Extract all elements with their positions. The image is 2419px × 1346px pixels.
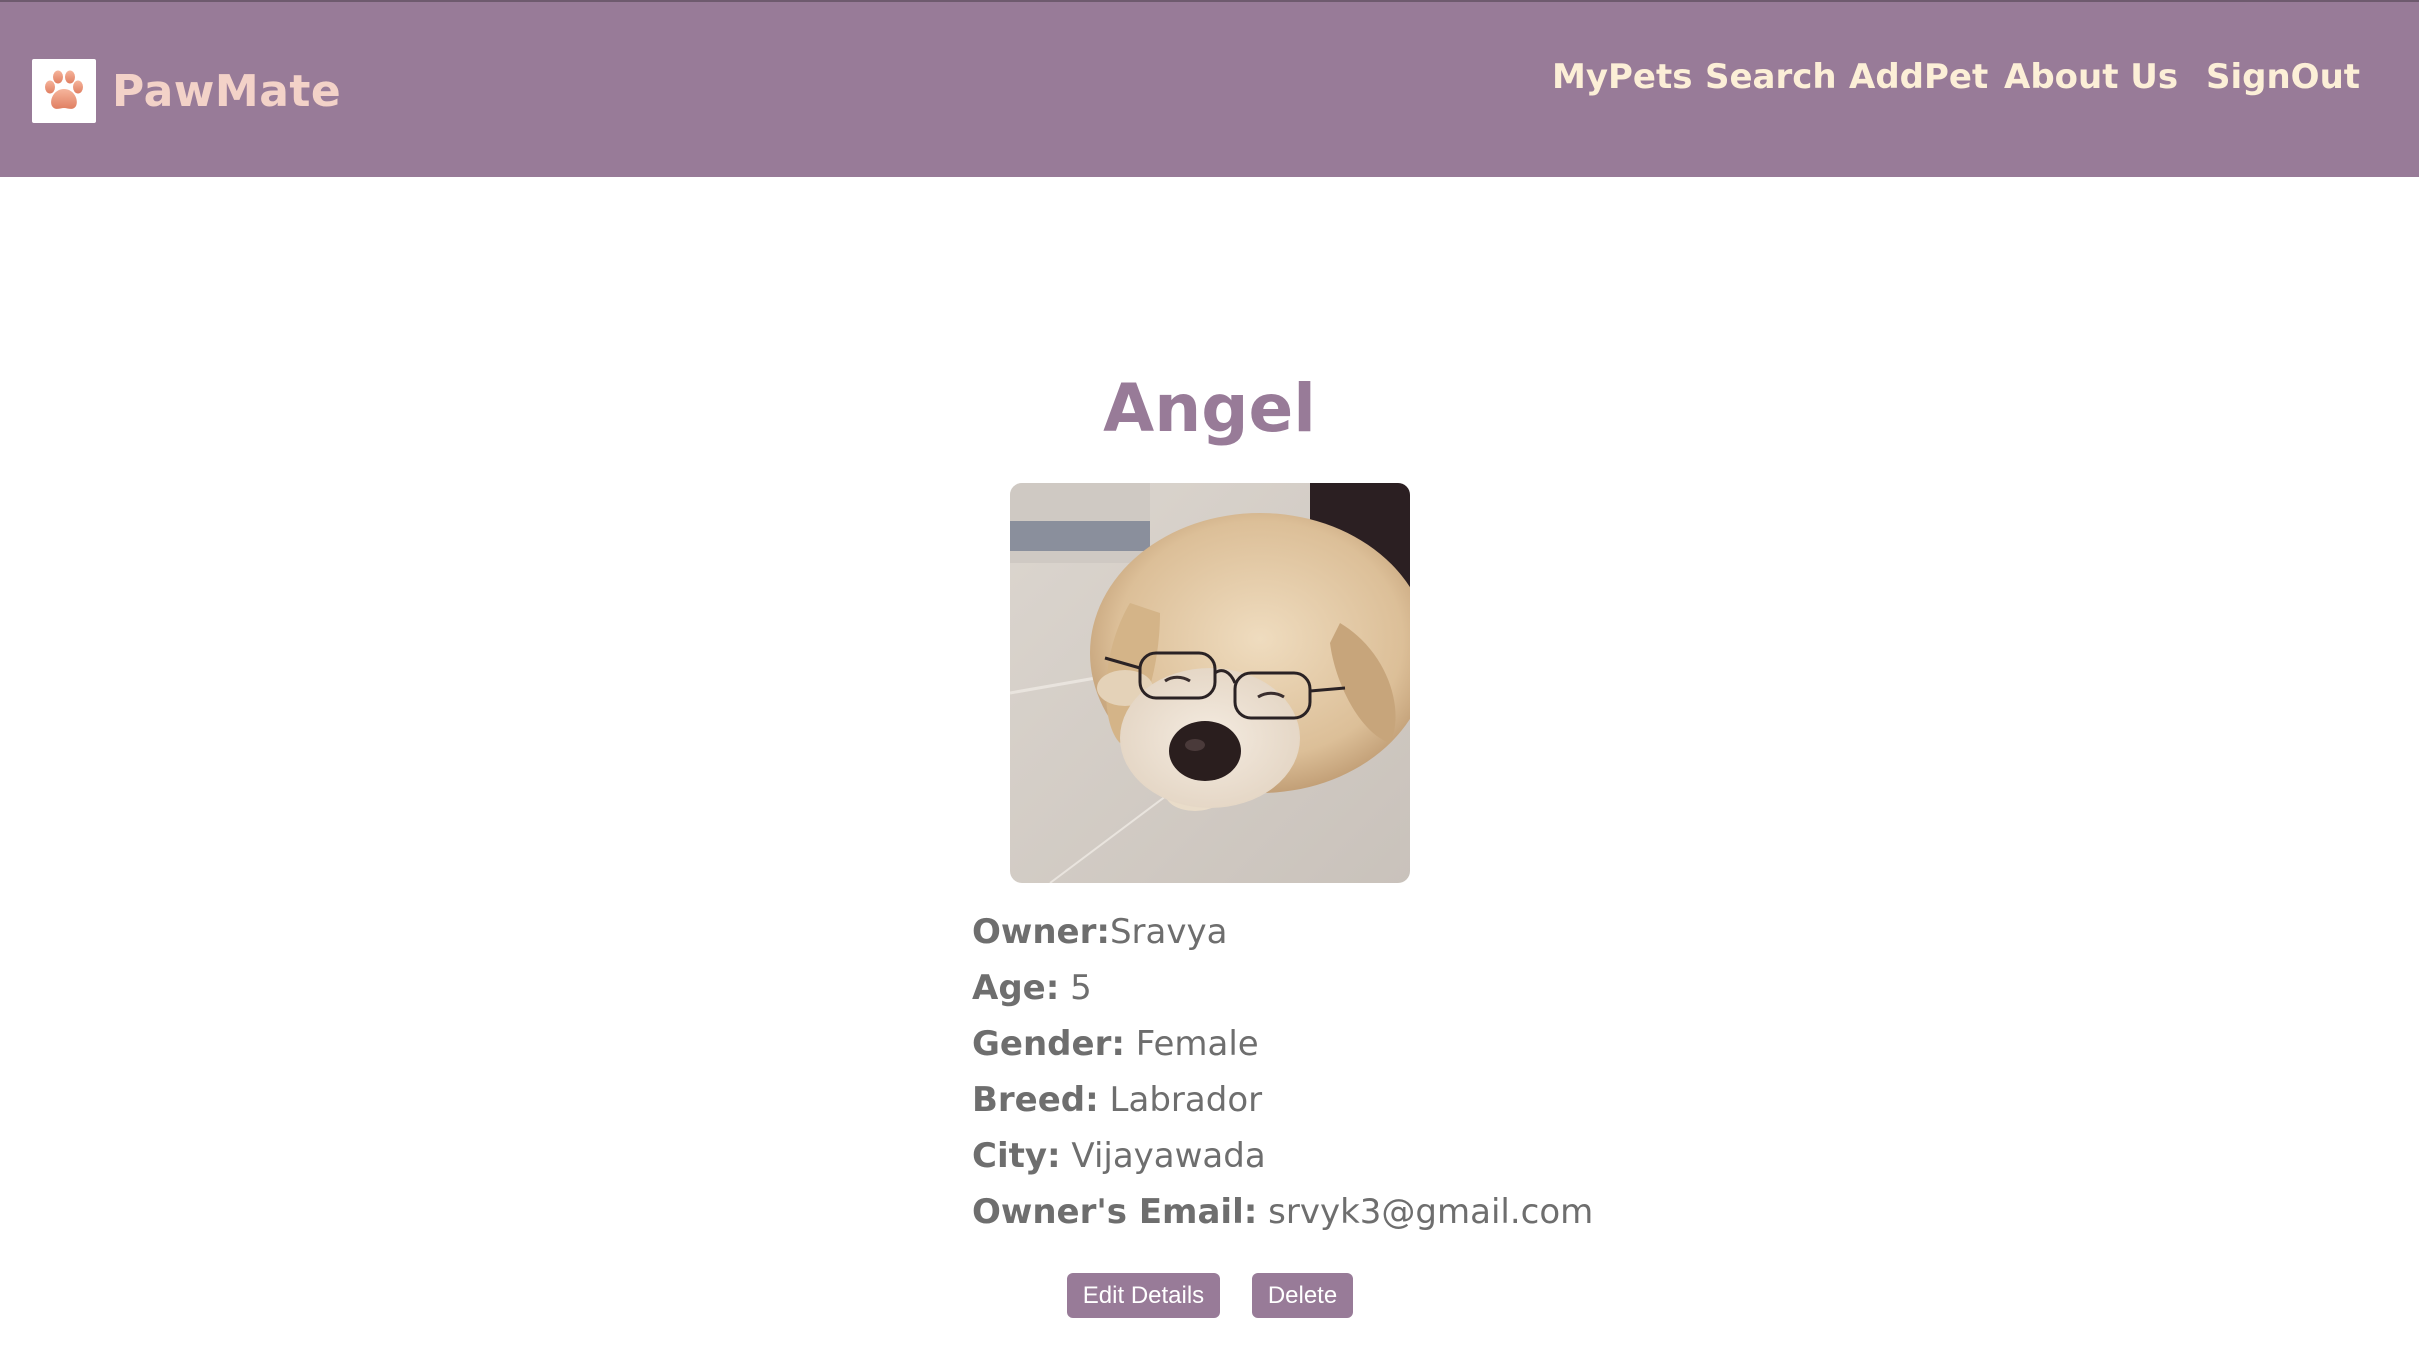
nav-menu: MyPets Search AddPet About Us SignOut xyxy=(0,50,2419,104)
nav-item-signout[interactable]: SignOut xyxy=(2206,50,2360,104)
detail-city-value: Vijayawada xyxy=(1060,1136,1266,1176)
detail-owner-email: Owner's Email: srvyk3@gmail.com xyxy=(972,1184,1872,1240)
dog-photo-image xyxy=(1010,483,1410,883)
detail-city-key: City: xyxy=(972,1136,1061,1176)
pet-details: Owner:Sravya Age: 5 Gender: Female Breed… xyxy=(972,904,1872,1240)
nav-item-mypets[interactable]: MyPets xyxy=(1552,50,1692,104)
edit-details-button[interactable]: Edit Details xyxy=(1067,1273,1220,1318)
detail-breed-value: Labrador xyxy=(1098,1080,1263,1120)
nav-item-about-us[interactable]: About Us xyxy=(2004,50,2178,104)
detail-gender: Gender: Female xyxy=(972,1016,1872,1072)
nav-item-search[interactable]: Search xyxy=(1705,50,1837,104)
detail-owner-email-key: Owner's Email: xyxy=(972,1192,1258,1232)
detail-owner-value: Sravya xyxy=(1109,912,1228,952)
nav-item-addpet[interactable]: AddPet xyxy=(1849,50,1988,104)
detail-owner-email-value: srvyk3@gmail.com xyxy=(1257,1192,1594,1232)
detail-breed-key: Breed: xyxy=(972,1080,1099,1120)
detail-age: Age: 5 xyxy=(972,960,1872,1016)
pet-photo xyxy=(1010,483,1410,883)
top-navbar: PawMate MyPets Search AddPet About Us Si… xyxy=(0,0,2419,177)
detail-owner-key: Owner: xyxy=(972,912,1110,952)
detail-age-value: 5 xyxy=(1059,968,1092,1008)
detail-age-key: Age: xyxy=(972,968,1060,1008)
detail-gender-key: Gender: xyxy=(972,1024,1125,1064)
pet-name-title: Angel xyxy=(1103,370,1316,447)
detail-gender-value: Female xyxy=(1124,1024,1259,1064)
detail-breed: Breed: Labrador xyxy=(972,1072,1872,1128)
detail-city: City: Vijayawada xyxy=(972,1128,1872,1184)
delete-button[interactable]: Delete xyxy=(1252,1273,1353,1318)
detail-owner: Owner:Sravya xyxy=(972,904,1872,960)
